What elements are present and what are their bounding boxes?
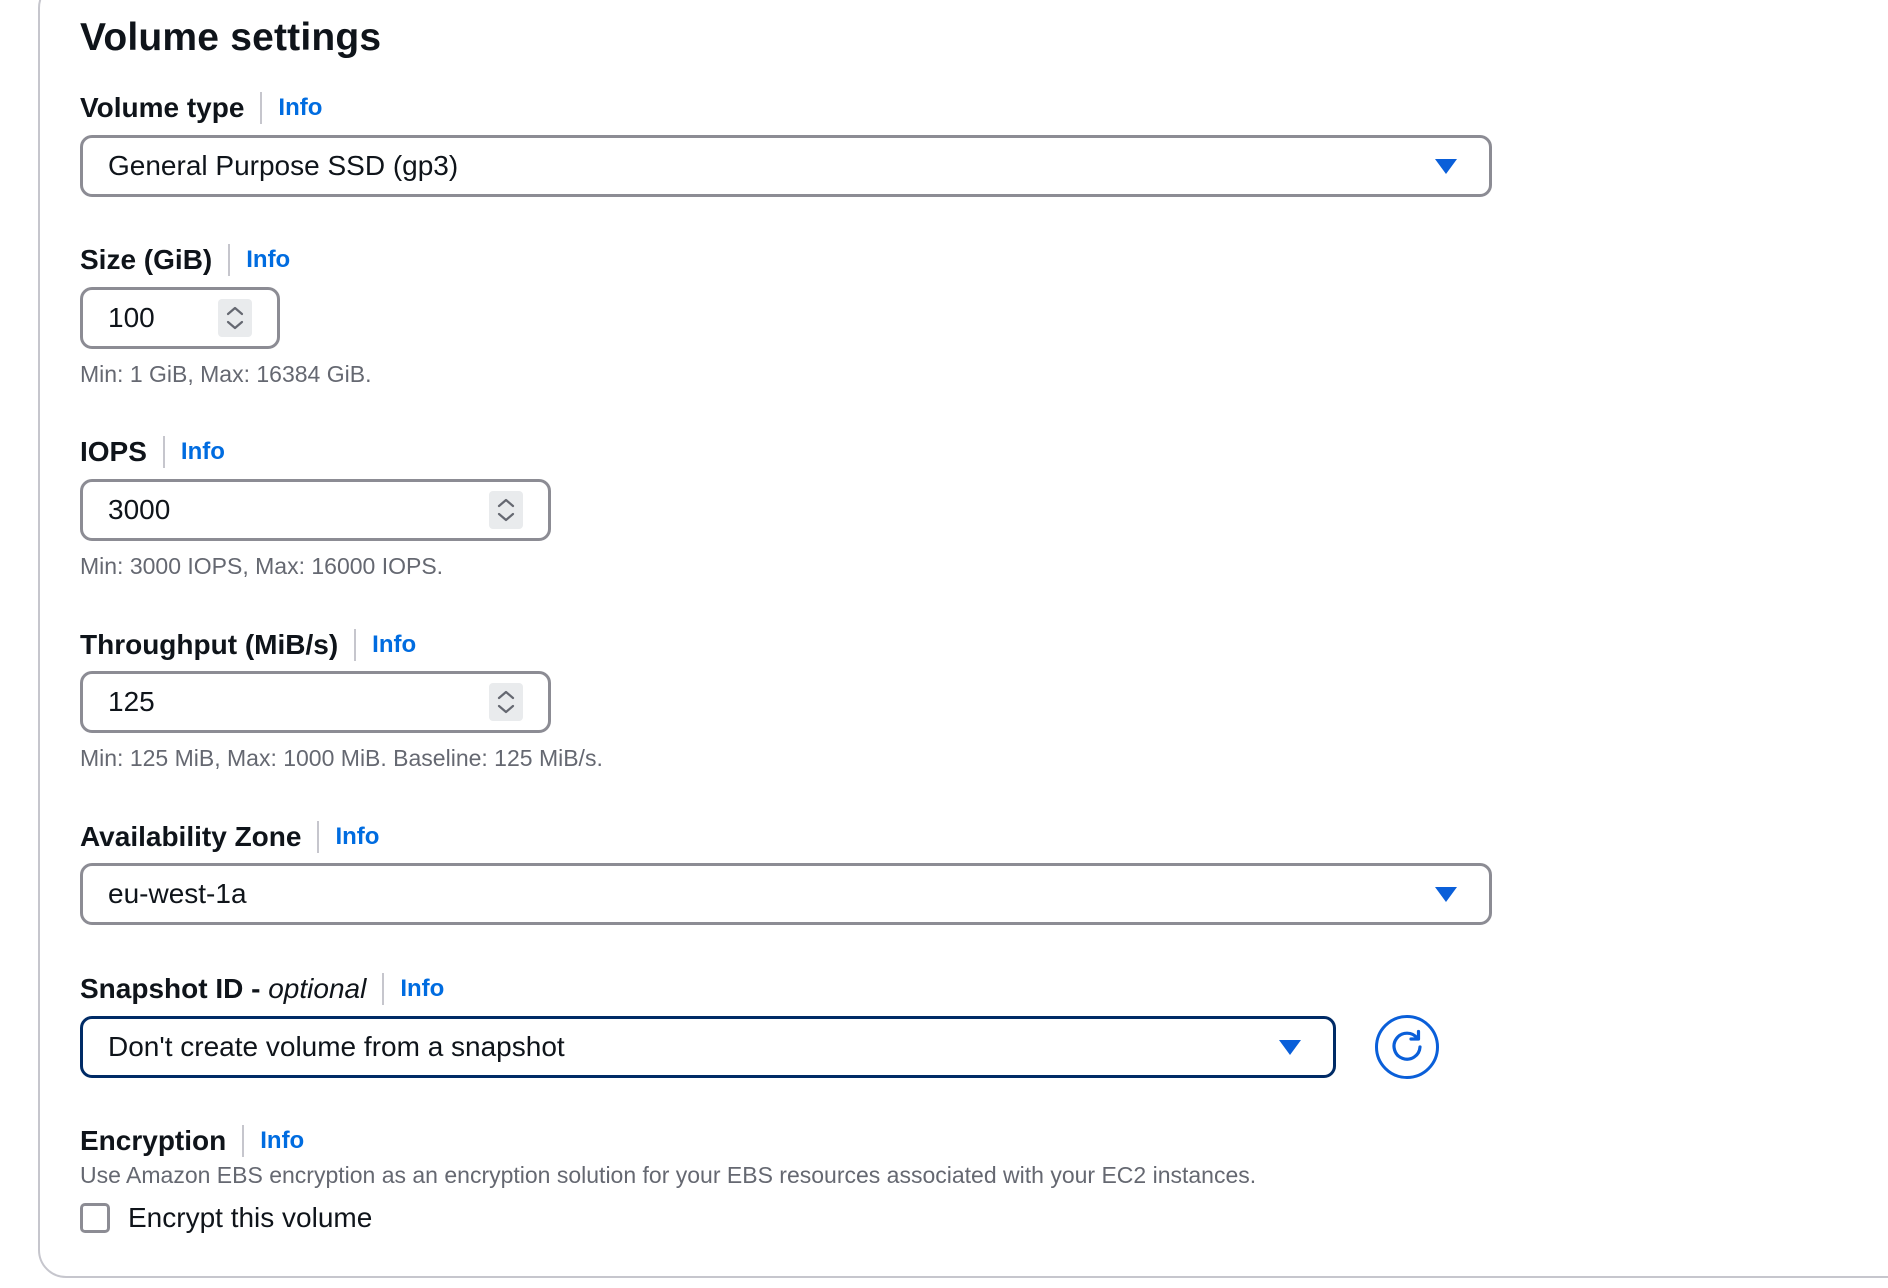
- snapshot-label-row: Snapshot ID - optional Info: [80, 971, 444, 1007]
- label-divider: [162, 436, 165, 468]
- iops-value: 3000: [108, 494, 171, 525]
- stepper-arrows-icon: [226, 306, 244, 330]
- label-divider: [317, 821, 320, 853]
- refresh-icon: [1392, 1029, 1422, 1061]
- section-title: Volume settings: [80, 16, 382, 59]
- throughput-input[interactable]: 125: [80, 671, 551, 733]
- size-hint: Min: 1 GiB, Max: 16384 GiB.: [80, 361, 372, 387]
- encryption-label: Encryption: [80, 1125, 227, 1156]
- size-label: Size (GiB): [80, 244, 213, 275]
- throughput-value: 125: [108, 686, 155, 717]
- size-label-row: Size (GiB) Info: [80, 242, 290, 278]
- label-divider: [242, 1125, 245, 1157]
- volume-type-info-link[interactable]: Info: [278, 94, 322, 122]
- size-value: 100: [108, 302, 155, 333]
- encryption-description: Use Amazon EBS encryption as an encrypti…: [80, 1162, 1257, 1188]
- iops-stepper[interactable]: [489, 491, 523, 529]
- encrypt-volume-label[interactable]: Encrypt this volume: [128, 1202, 372, 1234]
- encrypt-volume-checkbox[interactable]: [80, 1203, 110, 1233]
- caret-down-icon: [1435, 159, 1457, 174]
- throughput-label: Throughput (MiB/s): [80, 629, 339, 660]
- snapshot-optional-text: optional: [268, 973, 367, 1004]
- snapshot-label-separator: -: [243, 973, 269, 1004]
- encryption-info-link[interactable]: Info: [260, 1127, 304, 1155]
- stepper-arrows-icon: [497, 498, 515, 522]
- label-divider: [260, 92, 263, 124]
- size-stepper[interactable]: [218, 299, 252, 337]
- iops-label-row: IOPS Info: [80, 434, 225, 470]
- snapshot-info-link[interactable]: Info: [400, 975, 444, 1003]
- refresh-snapshots-button[interactable]: [1375, 1015, 1439, 1079]
- stepper-arrows-icon: [497, 690, 515, 714]
- volume-type-label-row: Volume type Info: [80, 90, 322, 126]
- availability-zone-label: Availability Zone: [80, 821, 302, 852]
- throughput-label-row: Throughput (MiB/s) Info: [80, 627, 416, 663]
- throughput-info-link[interactable]: Info: [372, 631, 416, 659]
- label-divider: [228, 244, 231, 276]
- size-input[interactable]: 100: [80, 287, 280, 349]
- availability-zone-value: eu-west-1a: [108, 878, 247, 909]
- volume-type-value: General Purpose SSD (gp3): [108, 150, 459, 181]
- encryption-label-row: Encryption Info: [80, 1123, 304, 1159]
- encrypt-volume-row[interactable]: Encrypt this volume: [80, 1202, 372, 1234]
- availability-zone-label-row: Availability Zone Info: [80, 819, 379, 855]
- size-info-link[interactable]: Info: [246, 246, 290, 274]
- throughput-hint: Min: 125 MiB, Max: 1000 MiB. Baseline: 1…: [80, 745, 603, 771]
- caret-down-icon: [1435, 887, 1457, 902]
- snapshot-label-text: Snapshot ID: [80, 973, 244, 1004]
- snapshot-select[interactable]: Don't create volume from a snapshot: [80, 1016, 1336, 1078]
- snapshot-label: Snapshot ID - optional: [80, 973, 366, 1005]
- availability-zone-info-link[interactable]: Info: [335, 823, 379, 851]
- iops-input[interactable]: 3000: [80, 479, 551, 541]
- label-divider: [354, 629, 357, 661]
- iops-hint: Min: 3000 IOPS, Max: 16000 IOPS.: [80, 553, 444, 579]
- iops-label: IOPS: [80, 436, 147, 467]
- throughput-stepper[interactable]: [489, 683, 523, 721]
- snapshot-value: Don't create volume from a snapshot: [108, 1031, 565, 1062]
- availability-zone-select[interactable]: eu-west-1a: [80, 863, 1492, 925]
- volume-type-select[interactable]: General Purpose SSD (gp3): [80, 135, 1492, 197]
- iops-info-link[interactable]: Info: [181, 438, 225, 466]
- volume-type-label: Volume type: [80, 92, 245, 123]
- label-divider: [382, 973, 385, 1005]
- caret-down-icon: [1279, 1040, 1301, 1055]
